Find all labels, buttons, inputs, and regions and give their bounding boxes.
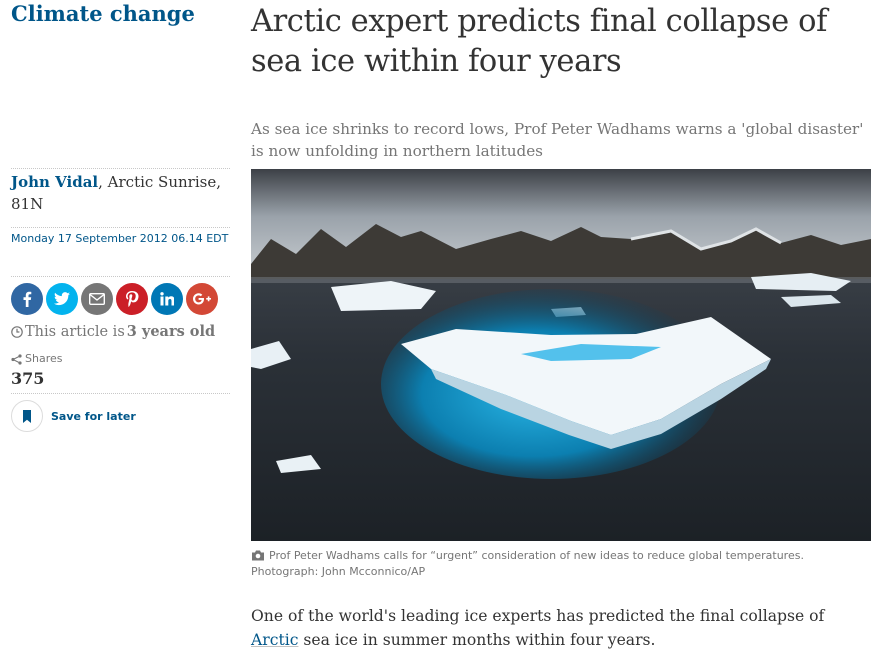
- article-age-prefix: This article is: [25, 324, 125, 340]
- shares-label-text: Shares: [25, 352, 63, 365]
- twitter-share-button[interactable]: [46, 283, 78, 315]
- body-text-before: One of the world's leading ice experts h…: [251, 607, 825, 625]
- bookmark-icon: [23, 409, 31, 423]
- divider: [11, 227, 230, 228]
- shares-label: Shares: [11, 351, 62, 367]
- divider: [11, 393, 230, 394]
- pinterest-share-button[interactable]: [116, 283, 148, 315]
- clock-icon: [11, 326, 23, 338]
- arctic-link[interactable]: Arctic: [251, 631, 298, 649]
- article-image: [251, 169, 871, 541]
- email-share-button[interactable]: [81, 283, 113, 315]
- caption-text: Prof Peter Wadhams calls for “urgent” co…: [251, 549, 804, 578]
- author-link[interactable]: John Vidal: [11, 173, 98, 191]
- facebook-share-button[interactable]: [11, 283, 43, 315]
- standfirst: As sea ice shrinks to record lows, Prof …: [251, 120, 864, 160]
- divider: [11, 276, 230, 277]
- pinterest-icon: [126, 291, 139, 307]
- share-buttons: [11, 283, 218, 315]
- google-plus-icon: [193, 293, 211, 305]
- linkedin-share-button[interactable]: [151, 283, 183, 315]
- email-icon: [89, 293, 105, 305]
- body-text-after: sea ice in summer months within four yea…: [298, 631, 656, 649]
- image-caption: Prof Peter Wadhams calls for “urgent” co…: [251, 548, 871, 580]
- dateline: Monday 17 September 2012 06.14 EDT: [11, 232, 229, 245]
- shares-count: 375: [11, 369, 45, 388]
- article-age: This article is 3 years old: [11, 321, 215, 343]
- facebook-icon: [23, 291, 32, 307]
- save-for-later-button[interactable]: Save for later: [11, 400, 136, 432]
- section-title[interactable]: Climate change: [11, 0, 195, 28]
- twitter-icon: [54, 292, 70, 306]
- article-age-value: 3 years old: [126, 323, 216, 340]
- bookmark-icon-circle: [11, 400, 43, 432]
- byline: John Vidal, Arctic Sunrise, 81N: [11, 171, 231, 215]
- google-plus-share-button[interactable]: [186, 283, 218, 315]
- camera-icon: [252, 550, 264, 561]
- linkedin-icon: [160, 292, 174, 306]
- article-body: One of the world's leading ice experts h…: [251, 604, 876, 652]
- headline: Arctic expert predicts final collapse of…: [251, 4, 827, 79]
- share-icon: [11, 353, 22, 365]
- save-for-later-label: Save for later: [51, 409, 136, 423]
- divider: [11, 168, 230, 169]
